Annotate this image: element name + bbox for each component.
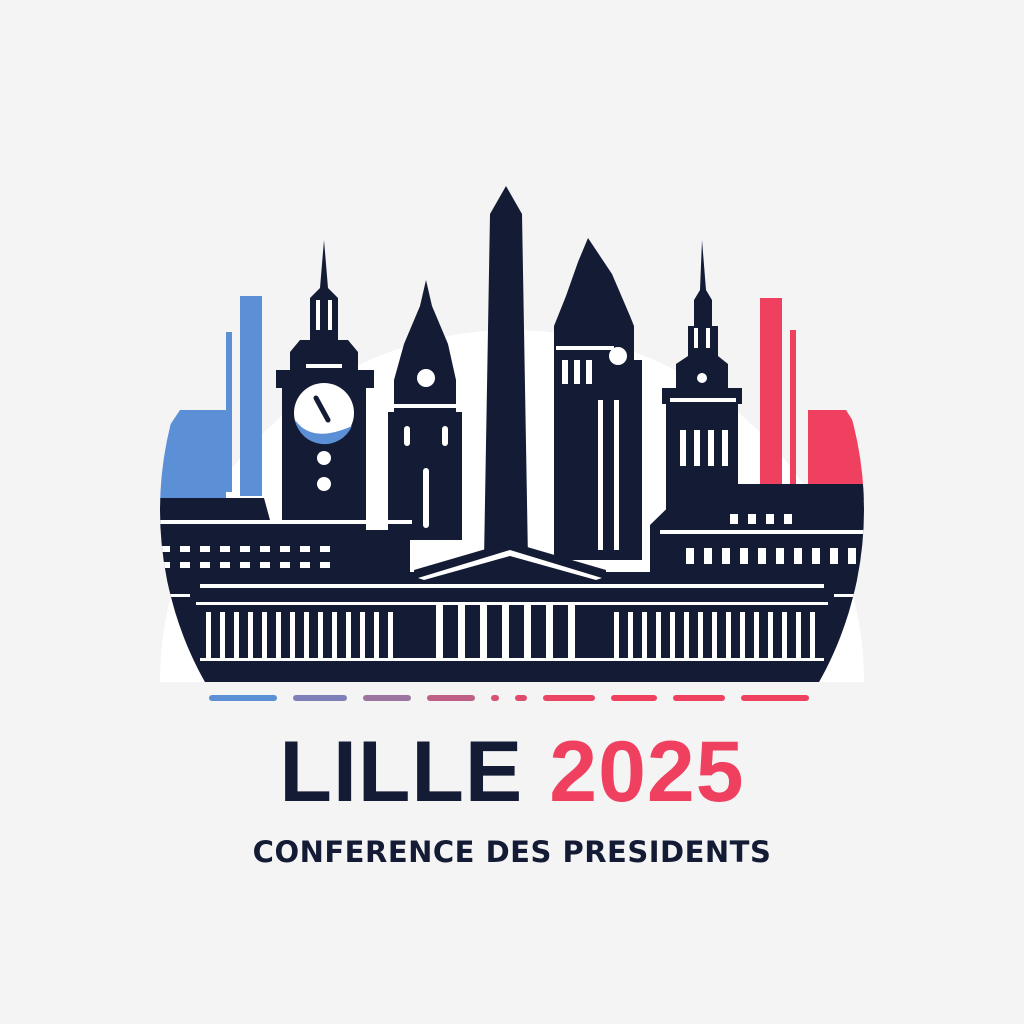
column (614, 612, 619, 658)
column (768, 612, 773, 658)
column (524, 604, 531, 660)
column (480, 604, 487, 660)
column (304, 612, 309, 658)
column (248, 612, 253, 658)
column (220, 612, 225, 658)
column (740, 612, 745, 658)
column (200, 658, 824, 661)
column (712, 612, 717, 658)
column (642, 612, 647, 658)
column (502, 604, 509, 660)
column (628, 612, 633, 658)
column (360, 612, 365, 658)
column (290, 612, 295, 658)
column (206, 612, 211, 658)
city-name: LILLE (279, 724, 524, 820)
column (318, 612, 323, 658)
blue-towers-left (160, 296, 262, 500)
column (346, 612, 351, 658)
column (546, 604, 553, 660)
obelisk (484, 186, 528, 560)
column (234, 612, 239, 658)
column (810, 612, 815, 658)
column (262, 612, 267, 658)
column (332, 612, 337, 658)
clock-face (294, 383, 354, 445)
column (754, 612, 759, 658)
column (726, 612, 731, 658)
column (796, 612, 801, 658)
column (276, 612, 281, 658)
column (782, 612, 787, 658)
column (458, 604, 465, 660)
column (656, 612, 661, 658)
column (374, 612, 379, 658)
column (670, 612, 675, 658)
column (388, 612, 393, 658)
logo-title: LILLE 2025 (0, 722, 1024, 822)
column (684, 612, 689, 658)
column (698, 612, 703, 658)
red-towers-right (760, 298, 864, 500)
event-year: 2025 (549, 724, 745, 820)
column (568, 604, 575, 660)
logo-tagline: CONFERENCE DES PRESIDENTS (252, 835, 772, 869)
column (436, 604, 443, 660)
